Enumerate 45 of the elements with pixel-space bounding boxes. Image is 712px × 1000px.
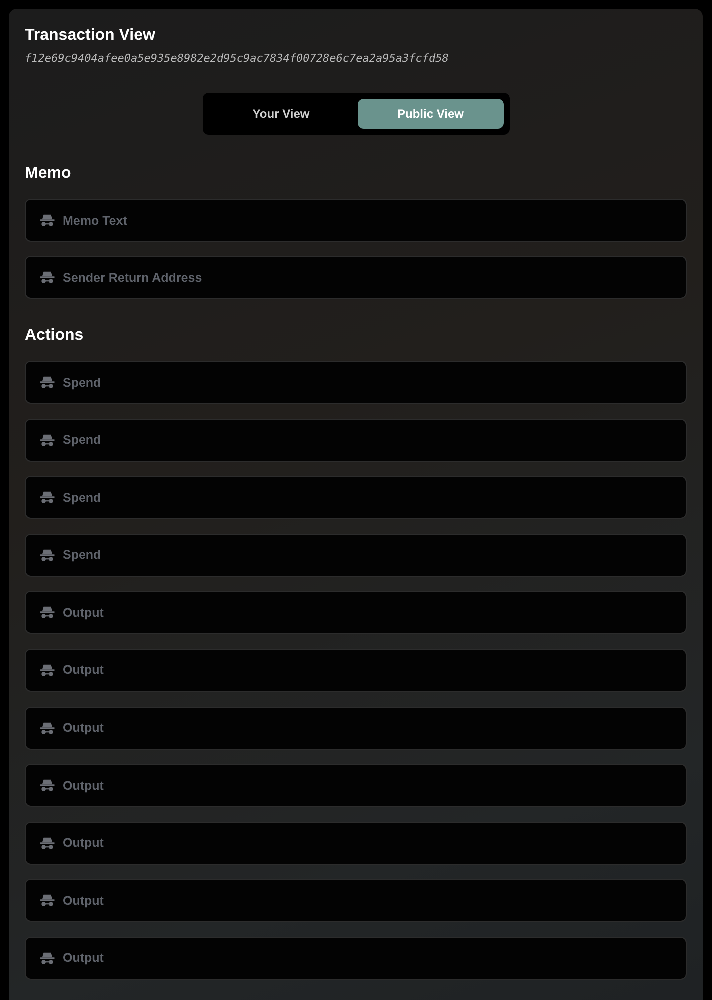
hidden-item-row[interactable]: Sender Return Address bbox=[25, 256, 687, 299]
incognito-icon bbox=[40, 779, 55, 792]
incognito-icon bbox=[40, 548, 55, 562]
view-tab[interactable]: Public View bbox=[358, 99, 504, 129]
incognito-icon bbox=[40, 836, 55, 850]
hidden-item-row[interactable]: Spend bbox=[25, 534, 687, 577]
item-label: Output bbox=[63, 663, 104, 678]
hidden-item-row[interactable]: Spend bbox=[25, 476, 687, 520]
item-label: Memo Text bbox=[63, 214, 128, 228]
incognito-icon bbox=[40, 491, 55, 504]
incognito-icon bbox=[40, 606, 55, 620]
item-label: Spend bbox=[63, 490, 102, 505]
hidden-item-row[interactable]: Output bbox=[25, 706, 687, 750]
hidden-item-row[interactable]: Output bbox=[25, 879, 687, 922]
incognito-icon bbox=[40, 952, 55, 965]
view-tab[interactable]: Your View bbox=[208, 99, 354, 129]
hidden-item-row[interactable]: Output bbox=[25, 591, 687, 634]
incognito-icon bbox=[40, 722, 55, 735]
hidden-item-row[interactable]: Output bbox=[25, 764, 687, 808]
incognito-icon bbox=[40, 214, 55, 227]
hidden-item-row[interactable]: Output bbox=[25, 648, 687, 692]
hidden-item-row[interactable]: Spend bbox=[25, 361, 687, 404]
item-label: Spend bbox=[63, 548, 102, 562]
transaction-hash: f12e69c9404afee0a5e935e8982e2d95c9ac7834f00728e6c7ea2a95a3fcfd58 bbox=[25, 52, 450, 65]
item-label: Sender Return Address bbox=[63, 270, 202, 284]
section-heading: Actions bbox=[25, 327, 85, 345]
section-heading: Memo bbox=[25, 165, 72, 183]
item-label: Output bbox=[63, 606, 104, 620]
hidden-item-row[interactable]: Spend bbox=[25, 418, 687, 462]
incognito-icon bbox=[40, 894, 55, 908]
incognito-icon bbox=[40, 271, 55, 284]
item-label: Output bbox=[63, 836, 104, 850]
incognito-icon bbox=[40, 664, 55, 677]
incognito-icon bbox=[40, 376, 55, 389]
item-label: Output bbox=[63, 721, 104, 736]
item-label: Spend bbox=[63, 433, 102, 448]
item-label: Output bbox=[63, 951, 104, 966]
item-label: Output bbox=[63, 778, 104, 793]
incognito-icon bbox=[40, 434, 55, 447]
hidden-item-row[interactable]: Output bbox=[25, 822, 687, 865]
hidden-item-row[interactable]: Output bbox=[25, 936, 687, 980]
hidden-item-row[interactable]: Memo Text bbox=[25, 199, 687, 242]
item-label: Output bbox=[63, 894, 104, 908]
item-label: Spend bbox=[63, 376, 102, 390]
card-title: Transaction View bbox=[25, 27, 156, 45]
